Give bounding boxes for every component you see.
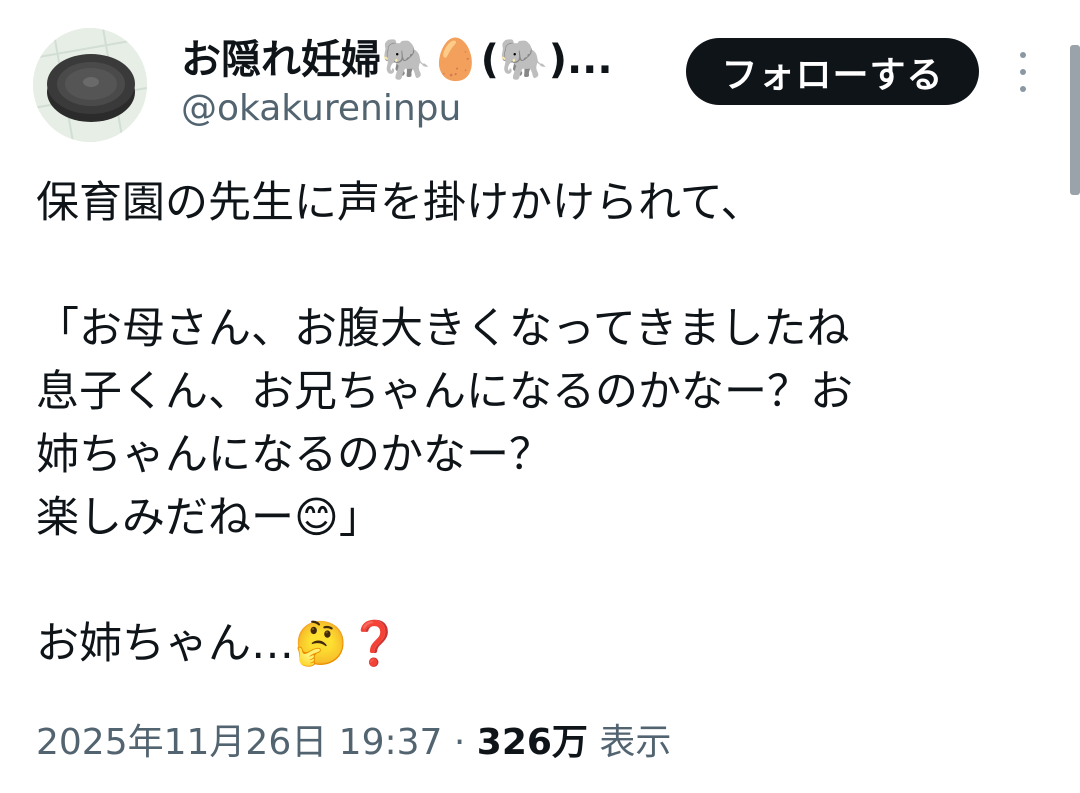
tweet-meta: 2025年11月26日 19:37 · 326万 表示 — [36, 718, 671, 768]
tweet-line: 保育園の先生に声を掛けかけられて、 — [36, 178, 764, 228]
tweet-line: 姉ちゃんになるのかなー？ — [36, 430, 552, 480]
author-handle[interactable]: @okakureninpu — [181, 86, 461, 132]
follow-button[interactable]: フォローする — [686, 38, 979, 105]
views-count[interactable]: 326万 — [477, 722, 588, 763]
dot — [1020, 86, 1026, 92]
tweet-line: 息子くん、お兄ちゃんになるのかなー？お — [36, 367, 853, 417]
tweet-line: 楽しみだねー😊」 — [36, 493, 382, 543]
tweet-timestamp[interactable]: 2025年11月26日 19:37 — [36, 722, 442, 763]
views-label: 表示 — [587, 722, 672, 763]
dot — [1020, 69, 1026, 75]
vertical-ellipsis-icon[interactable] — [1010, 52, 1036, 92]
scrollbar[interactable] — [1068, 0, 1080, 793]
robot-vacuum-avatar-icon — [33, 28, 147, 142]
tweet-text: 保育園の先生に声を掛けかけられて、 「お母さん、お腹大きくなってきましたね 息子… — [36, 172, 1036, 676]
scrollbar-thumb[interactable] — [1070, 45, 1080, 195]
tweet-line: 「お母さん、お腹大きくなってきましたね — [36, 304, 850, 354]
tweet-line: お姉ちゃん…🤔❓ — [36, 619, 402, 669]
dot — [1020, 52, 1026, 58]
author-avatar[interactable] — [33, 28, 147, 142]
meta-separator: · — [442, 722, 477, 763]
author-display-name[interactable]: お隠れ妊婦🐘🥚(🐘)... — [181, 34, 613, 86]
